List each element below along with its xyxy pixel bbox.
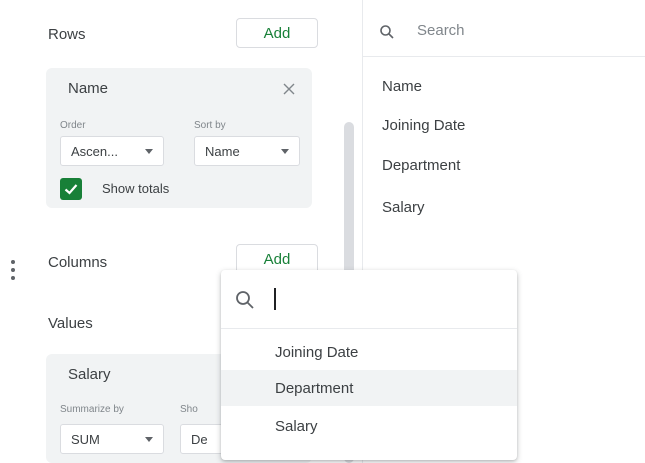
field-item-salary[interactable]: Salary [382, 199, 425, 216]
dropdown-item-label: Department [275, 379, 354, 397]
values-section-label: Values [48, 315, 93, 332]
field-item-name[interactable]: Name [382, 78, 422, 95]
chevron-down-icon [145, 149, 153, 154]
rows-field-card: Name Order Ascen... Sort by Name Show to… [46, 68, 312, 208]
columns-section-label: Columns [48, 254, 108, 271]
chevron-down-icon [281, 149, 289, 154]
search-divider [362, 56, 645, 57]
add-column-dropdown: Joining Date Department Salary [221, 270, 517, 460]
show-totals-label: Show totals [102, 181, 170, 196]
rows-card-title: Name [68, 80, 109, 97]
search-icon [379, 24, 395, 40]
rows-section-label: Rows [48, 26, 86, 43]
field-search[interactable]: Search [363, 8, 645, 54]
rows-add-button[interactable]: Add [236, 18, 318, 48]
search-icon [235, 290, 255, 310]
order-select-value: Ascen... [71, 143, 118, 159]
search-input[interactable]: Search [417, 22, 465, 39]
summarize-select[interactable]: SUM [60, 424, 164, 454]
dropdown-item-label: Salary [275, 417, 318, 435]
sortby-select-value: Name [205, 143, 240, 159]
remove-field-icon[interactable] [282, 82, 296, 96]
field-item-joining-date[interactable]: Joining Date [382, 117, 465, 134]
field-item-department[interactable]: Department [382, 157, 460, 174]
sortby-select[interactable]: Name [194, 136, 300, 166]
show-as-caption: Sho [180, 404, 198, 415]
order-select[interactable]: Ascen... [60, 136, 164, 166]
show-totals-checkbox[interactable] [60, 178, 82, 200]
text-cursor [274, 288, 276, 310]
show-as-select-value: De [191, 431, 208, 447]
dropdown-item-salary[interactable]: Salary [221, 408, 517, 444]
dropdown-item-label: Joining Date [275, 343, 359, 361]
dropdown-item-department[interactable]: Department [221, 370, 517, 406]
dropdown-search-input[interactable] [275, 290, 495, 312]
chevron-down-icon [145, 437, 153, 442]
summarize-select-value: SUM [71, 431, 100, 447]
summarize-caption: Summarize by [60, 404, 124, 415]
dropdown-item-joining-date[interactable]: Joining Date [221, 334, 517, 370]
order-caption: Order [60, 120, 86, 131]
checkmark-icon [64, 184, 78, 195]
values-card-title: Salary [68, 366, 111, 383]
sortby-caption: Sort by [194, 120, 226, 131]
dropdown-divider [221, 328, 517, 329]
drag-handle-icon[interactable] [6, 255, 20, 285]
